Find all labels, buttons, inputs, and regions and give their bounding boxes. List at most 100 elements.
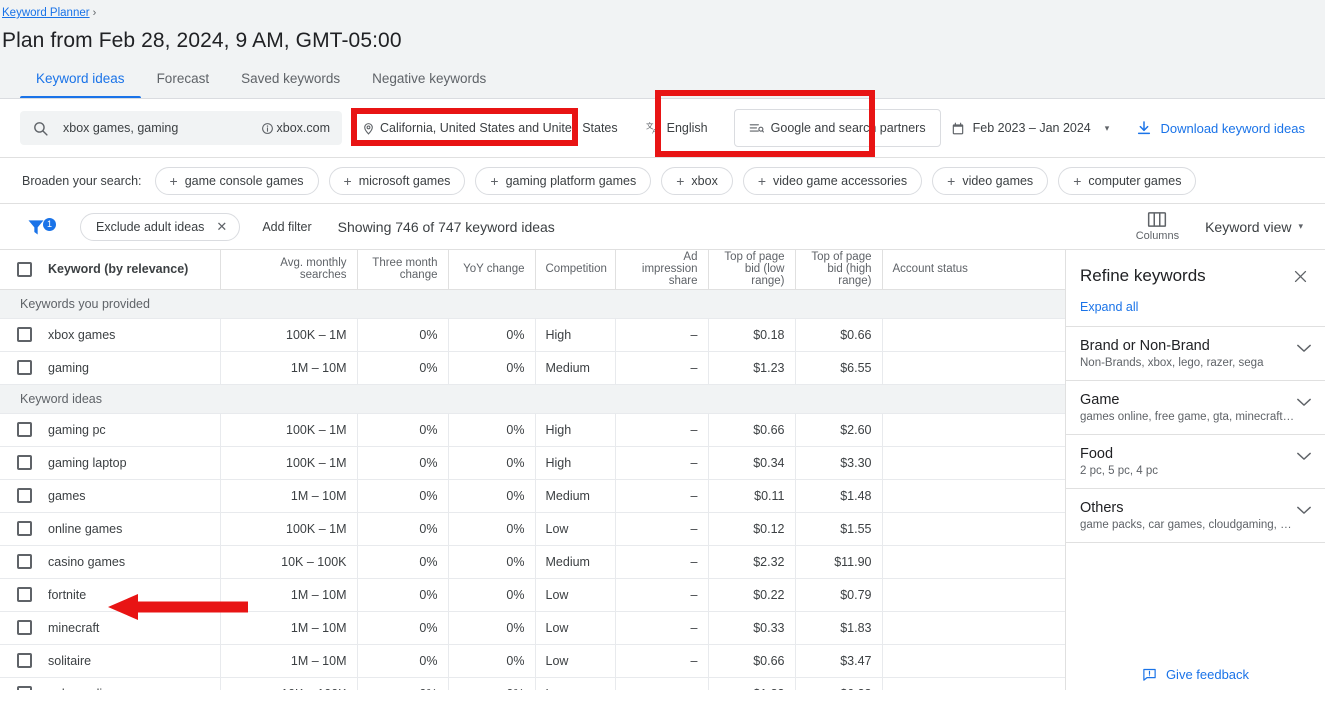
row-select-cell xyxy=(0,446,48,479)
broaden-chip-video-game-accessories[interactable]: +video game accessories xyxy=(743,167,922,195)
broaden-chip-video-games[interactable]: +video games xyxy=(932,167,1048,195)
search-input[interactable]: xbox games, gaming xbox.com xyxy=(20,111,342,145)
table-row[interactable]: poker online10K – 100K0%0%Low–$1.83$6.38 xyxy=(0,677,1065,690)
columns-button[interactable]: Columns xyxy=(1124,211,1191,242)
date-range-selector[interactable]: Feb 2023 – Jan 2024 ▾ xyxy=(951,121,1110,136)
table-row[interactable]: games1M – 10M0%0%Medium–$0.11$1.48 xyxy=(0,479,1065,512)
chevron-down-icon[interactable] xyxy=(1297,338,1311,356)
row-checkbox[interactable] xyxy=(17,327,32,342)
expand-all-link[interactable]: Expand all xyxy=(1066,290,1325,326)
column-header-competition[interactable]: Competition xyxy=(535,250,615,289)
table-row[interactable]: online games100K – 1M0%0%Low–$0.12$1.55 xyxy=(0,512,1065,545)
download-keyword-ideas-button[interactable]: Download keyword ideas xyxy=(1136,120,1305,136)
cell-avg-monthly-searches: 1M – 10M xyxy=(220,351,357,384)
tab-saved-keywords[interactable]: Saved keywords xyxy=(225,71,356,99)
row-checkbox[interactable] xyxy=(17,587,32,602)
refine-group-food[interactable]: Food 2 pc, 5 pc, 4 pc xyxy=(1066,434,1325,488)
tab-negative-keywords[interactable]: Negative keywords xyxy=(356,71,502,99)
table-group-title: Keywords you provided xyxy=(0,289,1065,318)
table-row[interactable]: minecraft1M – 10M0%0%Low–$0.33$1.83 xyxy=(0,611,1065,644)
broaden-chip-microsoft-games[interactable]: +microsoft games xyxy=(329,167,466,195)
cell-three-month-change: 0% xyxy=(357,318,448,351)
row-checkbox[interactable] xyxy=(17,620,32,635)
table-row[interactable]: casino games10K – 100K0%0%Medium–$2.32$1… xyxy=(0,545,1065,578)
row-checkbox[interactable] xyxy=(17,360,32,375)
row-checkbox[interactable] xyxy=(17,521,32,536)
column-header-top-of-page-bid-high[interactable]: Top of page bid (high range) xyxy=(795,250,882,289)
cell-keyword: gaming laptop xyxy=(48,446,220,479)
broaden-chip-gaming-platform-games[interactable]: +gaming platform games xyxy=(475,167,651,195)
plus-icon: + xyxy=(344,174,352,188)
row-select-cell xyxy=(0,611,48,644)
keyword-view-label: Keyword view xyxy=(1205,219,1291,235)
cell-competition: Low xyxy=(535,677,615,690)
row-checkbox[interactable] xyxy=(17,488,32,503)
broaden-search-row: Broaden your search: +game console games… xyxy=(0,158,1325,204)
filter-toolbar: 1 Exclude adult ideas ✕ Add filter Showi… xyxy=(0,204,1325,250)
columns-label: Columns xyxy=(1136,230,1179,242)
cell-keyword: online games xyxy=(48,512,220,545)
select-all-checkbox[interactable] xyxy=(17,262,32,277)
location-selector[interactable]: California, United States and United Sta… xyxy=(356,113,624,144)
plus-icon: + xyxy=(1073,174,1081,188)
column-header-keyword[interactable]: Keyword (by relevance) xyxy=(48,250,220,289)
broaden-chip-label: gaming platform games xyxy=(506,174,637,188)
filter-button[interactable]: 1 xyxy=(26,217,66,237)
table-row[interactable]: solitaire1M – 10M0%0%Low–$0.66$3.47 xyxy=(0,644,1065,677)
tab-forecast[interactable]: Forecast xyxy=(141,71,226,99)
row-checkbox[interactable] xyxy=(17,653,32,668)
broaden-chip-xbox[interactable]: +xbox xyxy=(661,167,733,195)
cell-top-of-page-bid-low: $0.12 xyxy=(708,512,795,545)
add-filter-button[interactable]: Add filter xyxy=(262,220,311,234)
keyword-view-selector[interactable]: Keyword view ▾ xyxy=(1205,219,1303,235)
filter-count-badge: 1 xyxy=(43,218,56,231)
column-header-yoy-change[interactable]: YoY change xyxy=(448,250,535,289)
cell-keyword: fortnite xyxy=(48,578,220,611)
cell-ad-impression-share: – xyxy=(615,677,708,690)
breadcrumb-link-keyword-planner[interactable]: Keyword Planner xyxy=(2,7,90,19)
row-checkbox[interactable] xyxy=(17,686,32,690)
table-row[interactable]: gaming laptop100K – 1M0%0%High–$0.34$3.3… xyxy=(0,446,1065,479)
table-row[interactable]: xbox games100K – 1M0%0%High–$0.18$0.66 xyxy=(0,318,1065,351)
chevron-down-icon[interactable] xyxy=(1297,446,1311,464)
tab-bar-divider xyxy=(0,98,1325,99)
column-header-account-status[interactable]: Account status xyxy=(882,250,1065,289)
column-header-avg-monthly-searches[interactable]: Avg. monthly searches xyxy=(220,250,357,289)
cell-account-status xyxy=(882,545,1065,578)
date-range-label: Feb 2023 – Jan 2024 xyxy=(973,121,1091,135)
chevron-down-icon: ▾ xyxy=(1298,221,1303,232)
cell-ad-impression-share: – xyxy=(615,479,708,512)
row-checkbox[interactable] xyxy=(17,554,32,569)
table-row[interactable]: gaming pc100K – 1M0%0%High–$0.66$2.60 xyxy=(0,413,1065,446)
tab-keyword-ideas[interactable]: Keyword ideas xyxy=(20,71,141,99)
cell-avg-monthly-searches: 1M – 10M xyxy=(220,578,357,611)
refine-group-title: Food xyxy=(1080,446,1297,462)
refine-group-brand-or-non-brand[interactable]: Brand or Non-Brand Non-Brands, xbox, leg… xyxy=(1066,326,1325,380)
page-header: Keyword Planner› Plan from Feb 28, 2024,… xyxy=(0,0,1325,99)
language-selector[interactable]: 文 A English xyxy=(640,113,714,144)
cell-three-month-change: 0% xyxy=(357,446,448,479)
active-filter-exclude-adult-ideas[interactable]: Exclude adult ideas ✕ xyxy=(80,213,240,241)
column-header-three-month-change[interactable]: Three month change xyxy=(357,250,448,289)
row-checkbox[interactable] xyxy=(17,455,32,470)
refine-group-game[interactable]: Game games online, free game, gta, minec… xyxy=(1066,380,1325,434)
give-feedback-button[interactable]: Give feedback xyxy=(1066,659,1325,690)
table-row[interactable]: fortnite1M – 10M0%0%Low–$0.22$0.79 xyxy=(0,578,1065,611)
table-row[interactable]: gaming1M – 10M0%0%Medium–$1.23$6.55 xyxy=(0,351,1065,384)
refine-group-others[interactable]: Others game packs, car games, cloudgamin… xyxy=(1066,488,1325,542)
column-header-top-of-page-bid-low[interactable]: Top of page bid (low range) xyxy=(708,250,795,289)
cell-top-of-page-bid-low: $0.22 xyxy=(708,578,795,611)
column-header-ad-impression-share[interactable]: Ad impression share xyxy=(615,250,708,289)
chevron-down-icon[interactable] xyxy=(1297,392,1311,410)
close-icon[interactable]: ✕ xyxy=(216,219,227,235)
close-icon[interactable] xyxy=(1290,266,1311,290)
cell-ad-impression-share: – xyxy=(615,413,708,446)
chevron-down-icon[interactable] xyxy=(1297,500,1311,518)
network-selector[interactable]: Google and search partners xyxy=(734,109,941,147)
broaden-chip-game-console-games[interactable]: +game console games xyxy=(155,167,319,195)
feedback-icon xyxy=(1142,667,1157,682)
broaden-chip-computer-games[interactable]: +computer games xyxy=(1058,167,1196,195)
search-domain-chip[interactable]: xbox.com xyxy=(261,121,331,135)
row-checkbox[interactable] xyxy=(17,422,32,437)
cell-competition: High xyxy=(535,318,615,351)
